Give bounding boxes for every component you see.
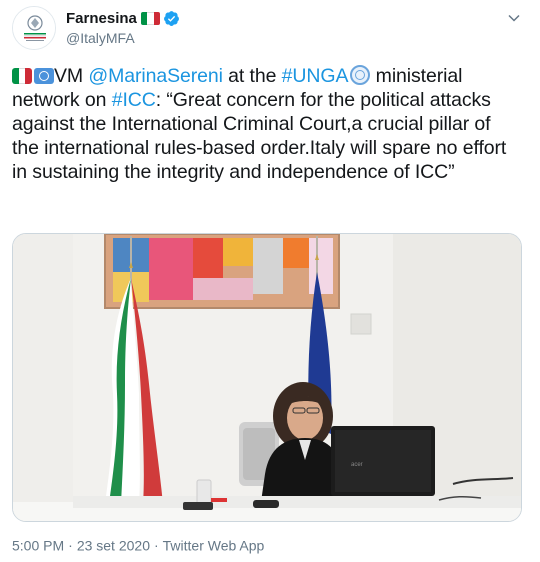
mention-link[interactable]: @MarinaSereni: [88, 65, 223, 87]
meta-separator: ·: [153, 537, 159, 554]
photo-illustration: acer: [13, 234, 521, 521]
tweet-card[interactable]: Farnesina @ItalyMFA VM @MarinaSereni at …: [0, 0, 540, 562]
italian-flag-icon: [12, 68, 32, 84]
italian-flag-icon: [140, 11, 160, 25]
tweet-date[interactable]: 23 set 2020: [77, 537, 150, 553]
united-nations-flag-icon: [34, 68, 54, 84]
handle[interactable]: @ItalyMFA: [66, 30, 180, 46]
hashtag-unga-link[interactable]: #UNGA: [282, 65, 349, 87]
tweet-photo[interactable]: acer: [12, 233, 522, 522]
tweet-meta: 5:00 PM · 23 set 2020 · Twitter Web App: [12, 536, 264, 553]
chevron-down-icon[interactable]: [506, 10, 522, 26]
tweet-lead-text: VM: [54, 65, 89, 87]
tweet-header: Farnesina @ItalyMFA: [12, 6, 528, 50]
hashtag-icc-link[interactable]: #ICC: [112, 89, 156, 111]
tweet-time[interactable]: 5:00 PM: [12, 537, 64, 553]
tweet-text-segment: at the: [222, 65, 282, 87]
meta-separator: ·: [68, 537, 73, 554]
tweet-source[interactable]: Twitter Web App: [163, 537, 265, 553]
un-globe-icon: [350, 65, 371, 85]
verified-badge-icon: [163, 10, 179, 26]
tweet-text: VM @MarinaSereni at the #UNGA ministeria…: [12, 64, 522, 184]
avatar[interactable]: [12, 6, 56, 50]
ministry-emblem-icon: [13, 7, 55, 49]
display-name[interactable]: Farnesina: [66, 10, 137, 27]
svg-text:acer: acer: [351, 462, 363, 468]
account-names: Farnesina @ItalyMFA: [66, 8, 180, 46]
